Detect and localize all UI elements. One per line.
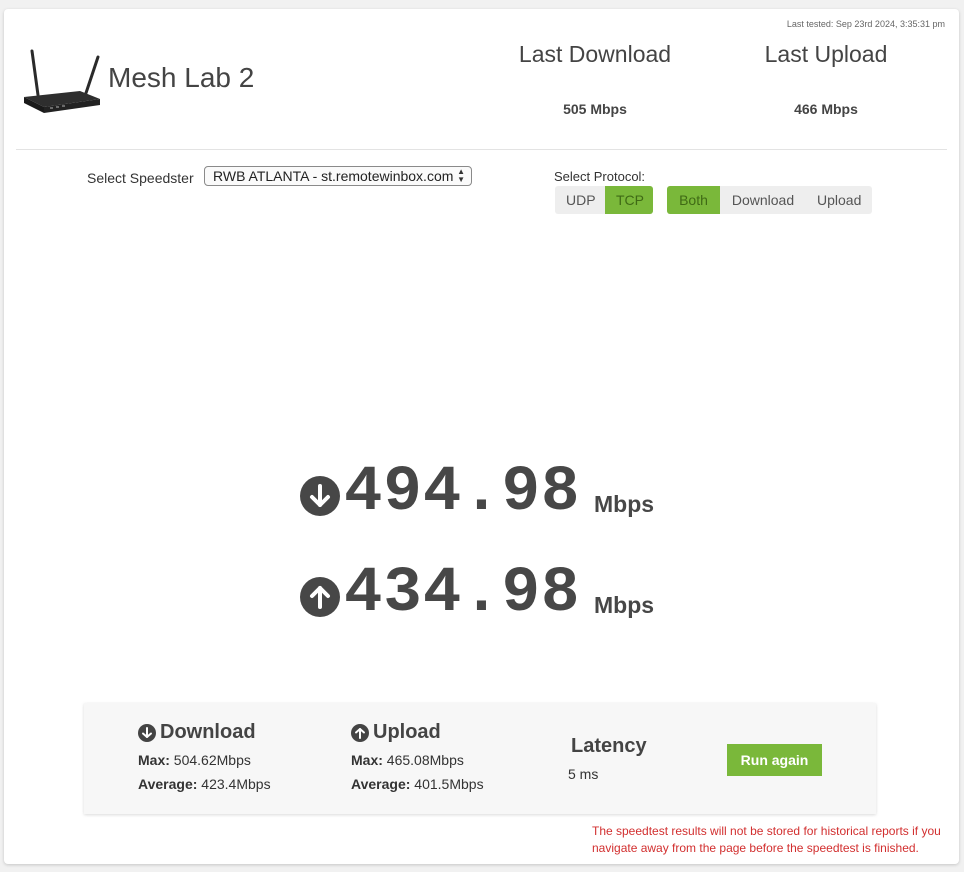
upload-average: Average: 401.5Mbps	[351, 776, 484, 792]
last-upload-label: Last Upload	[764, 41, 888, 67]
direction-upload-button[interactable]: Upload	[806, 186, 872, 214]
live-upload-unit: Mbps	[594, 592, 655, 618]
protocol-udp-button[interactable]: UDP	[555, 186, 605, 214]
run-again-button[interactable]: Run again	[727, 744, 822, 776]
latency-value: 5 ms	[568, 766, 599, 782]
latency-title: Latency	[571, 735, 647, 757]
last-upload-value: 466 Mbps	[794, 101, 858, 117]
download-average: Average: 423.4Mbps	[138, 776, 271, 792]
arrow-down-circle-icon	[300, 476, 340, 516]
upload-max: Max: 465.08Mbps	[351, 752, 464, 768]
unsaved-results-warning: The speedtest results will not be stored…	[592, 824, 941, 855]
header-divider	[16, 149, 947, 150]
speedster-selected-value: RWB ATLANTA - st.remotewinbox.com	[213, 168, 454, 184]
live-download-value: 494.98	[344, 457, 581, 529]
arrow-up-circle-icon	[300, 577, 340, 617]
direction-toggle: Both Download Upload	[667, 186, 872, 214]
latency-summary: Latency 5 ms	[568, 735, 647, 782]
download-max: Max: 504.62Mbps	[138, 752, 251, 768]
download-summary-title: Download	[138, 721, 271, 744]
protocol-label: Select Protocol:	[554, 169, 646, 184]
protocol-tcp-button[interactable]: TCP	[605, 186, 653, 214]
live-download-unit: Mbps	[594, 491, 655, 517]
direction-download-button[interactable]: Download	[720, 186, 806, 214]
last-download-value: 505 Mbps	[563, 101, 627, 117]
last-tested-timestamp: Last tested: Sep 23rd 2024, 3:35:31 pm	[786, 19, 945, 29]
results-summary: Download Max: 504.62Mbps Average: 423.4M…	[84, 703, 876, 814]
arrow-up-circle-icon	[351, 723, 369, 742]
router-icon	[20, 47, 104, 117]
last-download-label: Last Download	[518, 41, 672, 67]
speedster-select[interactable]: RWB ATLANTA - st.remotewinbox.com ▲ ▼	[204, 166, 472, 186]
arrow-down-circle-icon	[138, 723, 156, 742]
download-summary: Download Max: 504.62Mbps Average: 423.4M…	[138, 721, 271, 792]
upload-summary-title: Upload	[351, 721, 484, 744]
select-arrows-icon: ▲ ▼	[457, 167, 465, 184]
speedster-label: Select Speedster	[87, 170, 194, 186]
device-name: Mesh Lab 2	[108, 62, 255, 93]
live-upload-value: 434.98	[344, 558, 581, 630]
speedtest-card: Last tested: Sep 23rd 2024, 3:35:31 pm M…	[4, 9, 959, 864]
protocol-toggle: UDP TCP	[555, 186, 653, 214]
upload-summary: Upload Max: 465.08Mbps Average: 401.5Mbp…	[351, 721, 484, 792]
direction-both-button[interactable]: Both	[667, 186, 720, 214]
